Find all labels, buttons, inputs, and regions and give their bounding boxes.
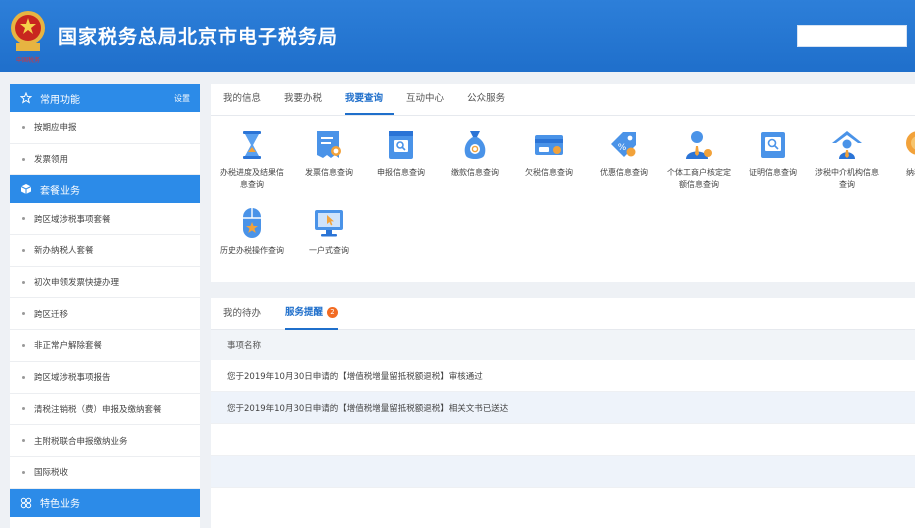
sidebar-group-special[interactable]: 特色业务: [10, 488, 200, 517]
certificate-icon: [761, 132, 785, 158]
tab-query[interactable]: 我要查询: [345, 83, 395, 115]
mouse-icon: [243, 208, 261, 238]
person-icon: [686, 131, 712, 159]
query-panel: 我的信息 我要办税 我要查询 互动中心 公众服务 办税进度及结果信息查询 发票信…: [211, 84, 915, 282]
sidebar: 常用功能 设置 按期应申报 发票领用 套餐业务 跨区域涉税事项套餐 新办纳税人套…: [10, 84, 200, 528]
star-icon: [20, 92, 32, 104]
sidebar-item[interactable]: 清税注销税（费）申报及缴纳套餐: [10, 394, 200, 426]
site-title: 国家税务总局北京市电子税务局: [58, 26, 339, 48]
settings-link[interactable]: 设置: [174, 93, 190, 104]
tab-my-todo[interactable]: 我的待办: [223, 298, 261, 330]
table-row[interactable]: 您于2019年10月30日申请的【增值税增量留抵税额退税】审核通过: [211, 360, 915, 392]
card-icon: [535, 135, 563, 155]
sidebar-item[interactable]: 国际税收: [10, 457, 200, 489]
tab-interaction[interactable]: 互动中心: [406, 83, 455, 115]
hourglass-icon: [243, 131, 261, 159]
service-agency-query[interactable]: 涉税中介机构信息查询: [812, 128, 882, 191]
service-payment-query[interactable]: 缴款信息查询: [440, 128, 510, 179]
table-row[interactable]: 您于2019年10月30日申请的【增值税增量留抵税额退税】相关文书已送达: [211, 392, 915, 424]
tab-service-reminder-label: 服务提醒: [285, 306, 324, 318]
tab-public-service[interactable]: 公众服务: [467, 83, 516, 115]
tab-service-reminder[interactable]: 服务提醒 2: [285, 298, 339, 330]
emblem-text: 中国税务: [16, 56, 40, 64]
service-arrears-query[interactable]: 欠税信息查询: [514, 128, 584, 179]
monitor-icon: [315, 210, 343, 237]
service-preference-query[interactable]: % 优惠信息查询: [589, 128, 659, 179]
document-search-icon: [389, 131, 413, 159]
reminder-panel: 我的待办 服务提醒 2 事项名称 您于2019年10月30日申请的【增值税增量留…: [211, 298, 915, 528]
receipt-icon: [317, 131, 341, 158]
service-declaration-query[interactable]: 申报信息查询: [366, 128, 436, 179]
service-one-stop-query[interactable]: 一户式查询: [294, 206, 364, 257]
reminder-tabs: 我的待办 服务提醒 2: [211, 298, 915, 330]
table-header: 事项名称: [211, 330, 915, 360]
sidebar-item[interactable]: 跨区域涉税事项套餐: [10, 203, 200, 236]
sidebar-group-label: 常用功能: [40, 94, 80, 106]
svg-text:%: %: [618, 143, 627, 153]
sidebar-item[interactable]: 主附税联合申报缴纳业务: [10, 425, 200, 457]
service-progress-query[interactable]: 办税进度及结果信息查询: [217, 128, 287, 191]
coin-icon: [906, 131, 915, 155]
sidebar-item[interactable]: 非正常户解除套餐: [10, 330, 200, 362]
service-individual-quota-query[interactable]: 个体工商户核定定额信息查询: [664, 128, 734, 191]
main-tabs: 我的信息 我要办税 我要查询 互动中心 公众服务: [211, 84, 915, 116]
header-search-box[interactable]: [797, 25, 907, 47]
emblem-icon: 中国税务: [11, 11, 45, 64]
grid-icon: [20, 497, 32, 509]
reminder-count-badge: 2: [327, 307, 339, 318]
sidebar-item[interactable]: 跨区迁移: [10, 298, 200, 331]
sidebar-item[interactable]: 新办纳税人套餐: [10, 235, 200, 267]
table-row: [211, 456, 915, 488]
service-invoice-query[interactable]: 发票信息查询: [294, 128, 364, 179]
top-header: 中国税务 国家税务总局北京市电子税务局: [0, 0, 915, 72]
table-row: [211, 424, 915, 456]
tab-do-tax[interactable]: 我要办税: [284, 83, 333, 115]
sidebar-group-label: 特色业务: [40, 499, 80, 511]
money-bag-icon: [464, 131, 486, 159]
sidebar-item[interactable]: 按期应申报: [10, 112, 200, 144]
house-person-icon: [832, 131, 862, 159]
sidebar-group-package[interactable]: 套餐业务: [10, 175, 200, 204]
sidebar-group-label: 套餐业务: [40, 185, 80, 197]
cube-icon: [20, 183, 32, 195]
sidebar-group-common[interactable]: 常用功能 设置: [10, 84, 200, 112]
sidebar-item[interactable]: 发票领用: [10, 144, 200, 176]
service-history-query[interactable]: 历史办税操作查询: [217, 206, 287, 257]
sidebar-item[interactable]: 初次申领发票快捷办理: [10, 267, 200, 299]
discount-tag-icon: %: [611, 132, 636, 157]
service-certificate-query[interactable]: 证明信息查询: [738, 128, 808, 179]
service-tax-credit[interactable]: 纳税信: [883, 128, 915, 179]
tab-my-info[interactable]: 我的信息: [223, 83, 272, 115]
sidebar-item[interactable]: 跨区域涉税事项报告: [10, 362, 200, 394]
